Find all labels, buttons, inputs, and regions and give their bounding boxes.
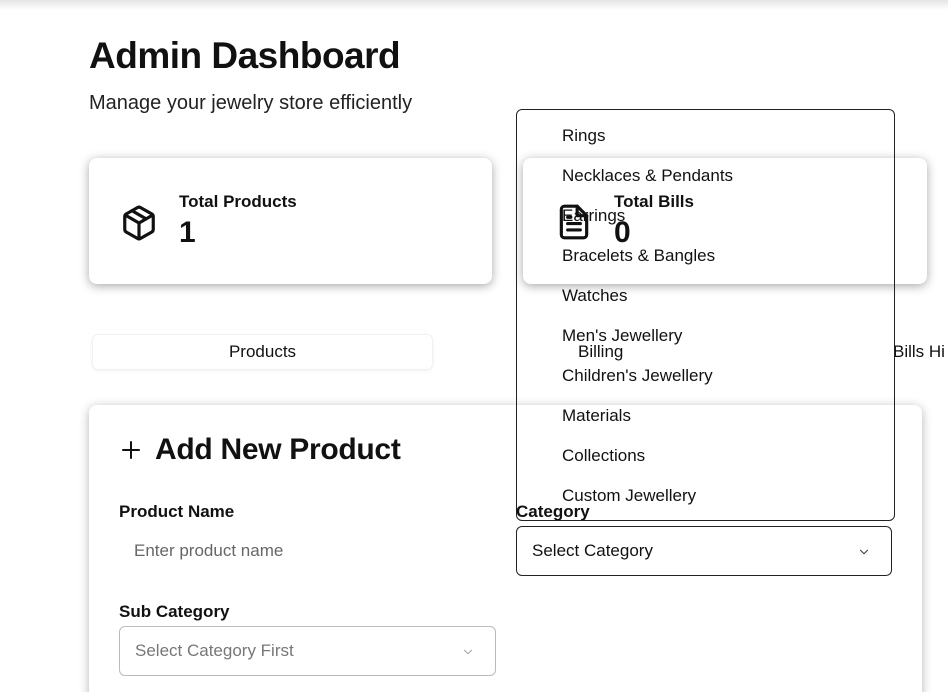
- category-option-rings[interactable]: Rings: [562, 126, 605, 146]
- tab-bills-history[interactable]: Bills Hi: [893, 334, 948, 370]
- sub-category-select[interactable]: Select Category First: [119, 626, 496, 676]
- category-option-earrings[interactable]: Earrings: [562, 206, 625, 226]
- product-name-input[interactable]: [119, 527, 495, 575]
- category-option-childrens-jewellery[interactable]: Children's Jewellery: [562, 366, 713, 386]
- sub-category-label: Sub Category: [119, 602, 230, 621]
- page-title: Admin Dashboard: [89, 35, 401, 76]
- category-option-custom-jewellery[interactable]: Custom Jewellery: [562, 486, 696, 506]
- category-option-materials[interactable]: Materials: [562, 406, 631, 426]
- product-name-label: Product Name: [119, 502, 235, 521]
- category-option-necklaces[interactable]: Necklaces & Pendants: [562, 166, 733, 186]
- add-product-heading: Add New Product: [119, 433, 401, 467]
- chevron-down-icon: [463, 649, 473, 655]
- page-subtitle: Manage your jewelry store efficiently: [89, 92, 413, 114]
- stat-value: 1: [179, 216, 196, 249]
- chevron-down-icon: [859, 549, 869, 555]
- total-products-card: Total Products 1: [89, 158, 492, 284]
- add-product-title: Add New Product: [155, 433, 401, 466]
- tab-products[interactable]: Products: [92, 334, 433, 370]
- plus-icon: [122, 441, 140, 459]
- category-select[interactable]: Select Category: [516, 526, 892, 576]
- category-option-mens-jewellery[interactable]: Men's Jewellery: [562, 326, 682, 346]
- category-option-bracelets[interactable]: Bracelets & Bangles: [562, 246, 715, 266]
- category-selected-value: Select Category: [532, 541, 653, 560]
- top-edge-shadow: [0, 0, 948, 10]
- stat-label: Total Products: [179, 192, 297, 211]
- category-dropdown-menu: Rings Necklaces & Pendants Earrings Brac…: [516, 109, 895, 521]
- category-option-collections[interactable]: Collections: [562, 446, 645, 466]
- sub-category-selected-value: Select Category First: [135, 641, 294, 660]
- category-option-watches[interactable]: Watches: [562, 286, 628, 306]
- package-icon: [123, 205, 155, 241]
